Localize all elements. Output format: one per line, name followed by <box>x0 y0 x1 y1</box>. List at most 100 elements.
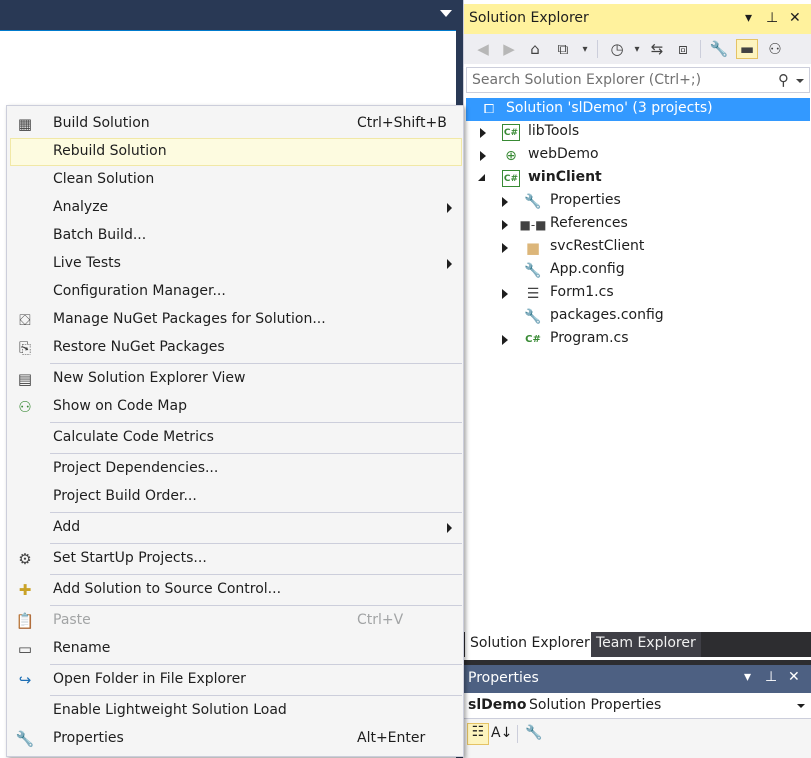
menu-separator <box>50 512 462 513</box>
properties-wrench-icon[interactable]: 🔧 <box>708 39 730 59</box>
menu-separator <box>50 422 462 423</box>
tab-solution-explorer[interactable]: Solution Explorer <box>465 632 595 657</box>
expand-arrow-icon[interactable] <box>480 151 486 161</box>
menu-item-label: Restore NuGet Packages <box>53 339 225 355</box>
menu-item-manage-nuget[interactable]: ⛋ Manage NuGet Packages for Solution... <box>10 306 462 334</box>
expand-arrow-icon[interactable] <box>480 128 486 138</box>
code-map-icon: ⚇ <box>18 398 32 416</box>
expand-arrow-icon[interactable] <box>502 197 508 207</box>
object-name: slDemo <box>468 697 527 713</box>
menu-item-build-solution[interactable]: ▦ Build Solution Ctrl+Shift+B <box>10 110 462 138</box>
tab-list-dropdown-icon[interactable] <box>440 10 452 17</box>
view-class-diagram-icon[interactable]: ⚇ <box>764 39 786 59</box>
menu-item-set-startup-projects[interactable]: ⚙ Set StartUp Projects... <box>10 545 462 573</box>
tab-team-explorer[interactable]: Team Explorer <box>591 632 701 657</box>
solution-explorer-panel: Solution Explorer ▾ ⊥ ✕ ◀ ▶ ⌂ ⧉ ▾ ◷ ▾ ⇆ … <box>463 0 811 660</box>
tree-node-item[interactable]: ☰ Form1.cs <box>466 282 810 305</box>
tree-node-item[interactable]: C# Program.cs <box>466 328 810 351</box>
properties-panel: Properties ▾ ⊥ ✕ slDemo Solution Propert… <box>463 665 811 758</box>
pin-icon[interactable]: ⊥ <box>766 10 778 26</box>
search-icon[interactable]: ⚲ <box>778 71 789 89</box>
menu-item-label: Project Build Order... <box>53 488 197 504</box>
menu-item-live-tests[interactable]: Live Tests <box>10 250 462 278</box>
menu-item-label: Properties <box>53 730 124 746</box>
menu-item-analyze[interactable]: Analyze <box>10 194 462 222</box>
pending-changes-filter-icon[interactable]: ◷ <box>606 39 628 59</box>
filter-dropdown-icon[interactable]: ▾ <box>626 39 648 59</box>
menu-item-properties[interactable]: 🔧 Properties Alt+Enter <box>10 725 462 753</box>
config-file-icon: 🔧 <box>524 308 542 325</box>
menu-item-enable-lightweight-load[interactable]: Enable Lightweight Solution Load <box>10 697 462 725</box>
categorized-icon[interactable]: ☷ <box>467 723 489 745</box>
properties-toolbar: ☷ A↓ 🔧 <box>463 721 811 749</box>
menu-item-add-to-source-control[interactable]: ✚ Add Solution to Source Control... <box>10 576 462 604</box>
tree-node-label: libTools <box>528 123 580 139</box>
tree-node-item[interactable]: ■-■ References <box>466 213 810 236</box>
menu-item-batch-build[interactable]: Batch Build... <box>10 222 462 250</box>
menu-item-shortcut: Alt+Enter <box>357 730 426 746</box>
sync-with-document-icon[interactable]: ⇆ <box>646 39 668 59</box>
menu-item-paste[interactable]: 📋 Paste Ctrl+V <box>10 607 462 635</box>
forward-icon[interactable]: ▶ <box>498 39 520 59</box>
expand-arrow-icon[interactable] <box>502 220 508 230</box>
search-placeholder: Search Solution Explorer (Ctrl+;) <box>472 72 702 88</box>
collapse-all-icon[interactable]: ⧈ <box>672 39 694 59</box>
menu-item-label: Build Solution <box>53 115 150 131</box>
expand-arrow-icon[interactable] <box>502 335 508 345</box>
tree-node-item[interactable]: ■ svcRestClient <box>466 236 810 259</box>
open-folder-icon: ↪ <box>18 671 32 689</box>
property-pages-wrench-icon[interactable]: 🔧 <box>525 725 542 741</box>
tree-node-label: Program.cs <box>550 330 629 346</box>
menu-item-rebuild-solution[interactable]: Rebuild Solution <box>10 138 462 166</box>
alphabetical-icon[interactable]: A↓ <box>491 725 512 741</box>
menu-item-configuration-manager[interactable]: Configuration Manager... <box>10 278 462 306</box>
tree-node-item[interactable]: 🔧 packages.config <box>466 305 810 328</box>
menu-item-project-build-order[interactable]: Project Build Order... <box>10 483 462 511</box>
solution-explorer-search-input[interactable]: Search Solution Explorer (Ctrl+;) ⚲ <box>466 67 810 93</box>
menu-item-open-folder[interactable]: ↪ Open Folder in File Explorer <box>10 666 462 694</box>
folder-icon: ■ <box>525 238 541 257</box>
collapse-arrow-icon[interactable] <box>478 174 485 181</box>
switch-views-icon[interactable]: ⧉ <box>552 39 574 59</box>
menu-item-label: Rename <box>53 640 111 656</box>
menu-item-restore-nuget[interactable]: ⎘ Restore NuGet Packages <box>10 334 462 362</box>
close-icon[interactable]: ✕ <box>788 669 800 685</box>
csharp-project-icon: C# <box>502 124 520 141</box>
tree-node-item[interactable]: 🔧 App.config <box>466 259 810 282</box>
tree-node-project-startup[interactable]: C# winClient <box>466 167 810 190</box>
tree-node-project[interactable]: ⊕ webDemo <box>466 144 810 167</box>
pin-icon[interactable]: ⊥ <box>765 669 777 685</box>
properties-object-selector[interactable]: slDemo Solution Properties <box>463 693 811 719</box>
preview-selected-items-icon[interactable]: ▬ <box>736 39 758 59</box>
menu-item-label: Live Tests <box>53 255 121 271</box>
object-dropdown-icon[interactable] <box>797 704 805 708</box>
wrench-icon: 🔧 <box>15 730 35 748</box>
tree-node-label: References <box>550 215 628 231</box>
menu-item-new-solution-explorer-view[interactable]: ▤ New Solution Explorer View <box>10 365 462 393</box>
tree-node-solution[interactable]: ⧠ Solution 'slDemo' (3 projects) <box>466 98 810 121</box>
menu-item-rename[interactable]: ▭ Rename <box>10 635 462 663</box>
close-icon[interactable]: ✕ <box>789 10 801 26</box>
source-control-icon: ✚ <box>18 581 32 599</box>
menu-item-add[interactable]: Add <box>10 514 462 542</box>
tree-node-project[interactable]: C# libTools <box>466 121 810 144</box>
tree-node-label: webDemo <box>528 146 599 162</box>
menu-item-label: Configuration Manager... <box>53 283 226 299</box>
window-position-dropdown-icon[interactable]: ▾ <box>745 10 752 26</box>
window-position-dropdown-icon[interactable]: ▾ <box>744 669 751 685</box>
menu-item-clean-solution[interactable]: Clean Solution <box>10 166 462 194</box>
menu-item-calculate-code-metrics[interactable]: Calculate Code Metrics <box>10 424 462 452</box>
switch-views-dropdown-icon[interactable]: ▾ <box>574 39 596 59</box>
back-icon[interactable]: ◀ <box>472 39 494 59</box>
config-file-icon: 🔧 <box>524 262 542 279</box>
menu-item-project-dependencies[interactable]: Project Dependencies... <box>10 455 462 483</box>
tree-node-item[interactable]: 🔧 Properties <box>466 190 810 213</box>
restore-icon: ⎘ <box>18 339 31 357</box>
search-options-dropdown-icon[interactable] <box>796 79 804 83</box>
expand-arrow-icon[interactable] <box>502 243 508 253</box>
submenu-arrow-icon <box>447 203 452 213</box>
menu-item-show-on-code-map[interactable]: ⚇ Show on Code Map <box>10 393 462 421</box>
home-icon[interactable]: ⌂ <box>524 39 546 59</box>
menu-item-shortcut: Ctrl+V <box>357 612 404 628</box>
expand-arrow-icon[interactable] <box>502 289 508 299</box>
